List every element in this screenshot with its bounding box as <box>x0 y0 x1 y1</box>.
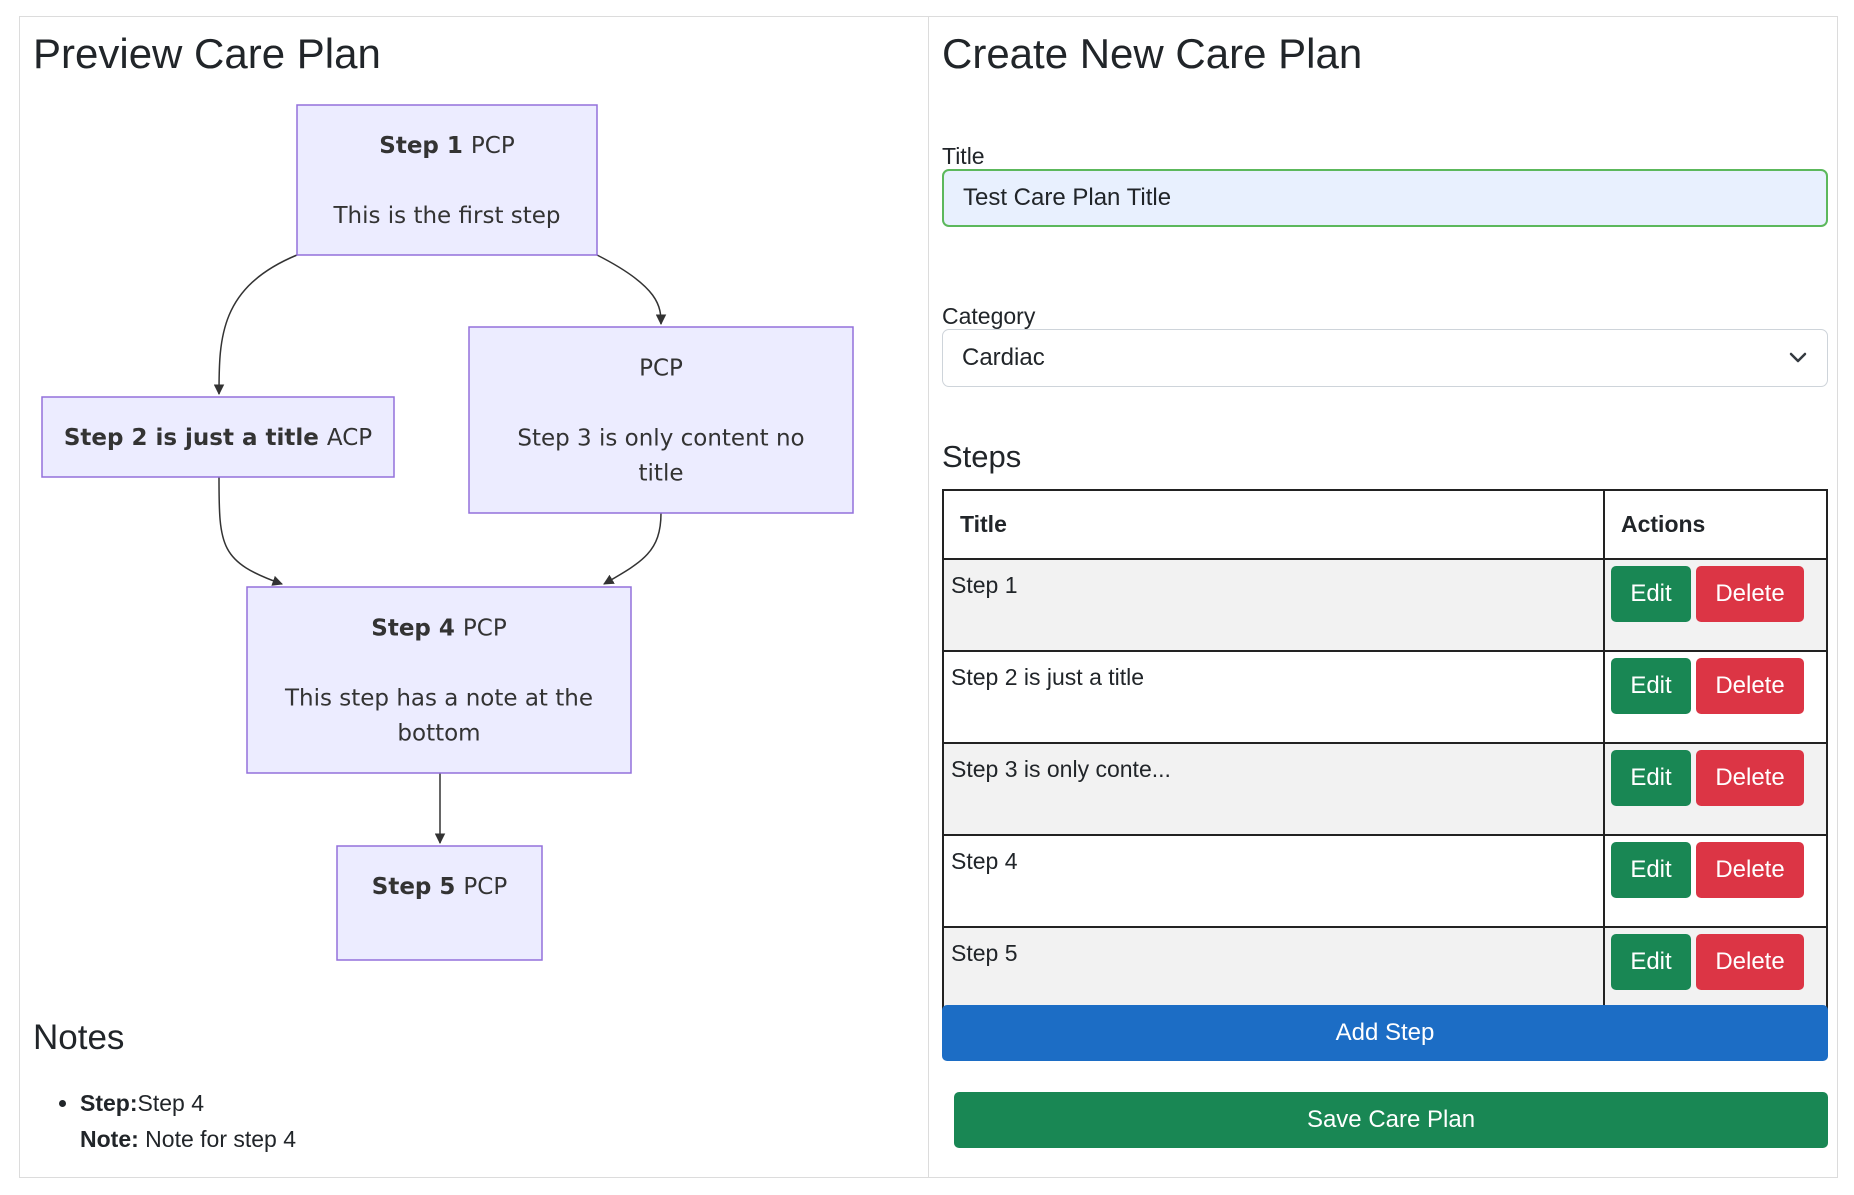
title-label: Title <box>942 143 985 169</box>
flow-node-tag: PCP <box>463 616 507 642</box>
step-title-cell: Step 4 <box>942 834 1605 928</box>
edit-step-button[interactable]: Edit <box>1611 566 1691 622</box>
flow-node-body-line: title <box>639 461 684 487</box>
step-title-cell: Step 3 is only conte... <box>942 742 1605 836</box>
notes-title: Notes <box>33 1018 125 1057</box>
flow-edge-n2-n4 <box>218 476 283 586</box>
flow-node-tag: PCP <box>471 133 515 159</box>
category-select[interactable]: Cardiac <box>942 329 1828 387</box>
column-header-title: Title <box>942 489 1605 560</box>
step-title-cell: Step 2 is just a title <box>942 650 1605 744</box>
table-row: Step 4 Edit Delete <box>942 834 1828 928</box>
table-row: Step 1 Edit Delete <box>942 558 1828 652</box>
step-actions-cell: Edit Delete <box>1603 742 1828 836</box>
flow-node-heading: PCP <box>639 356 683 382</box>
delete-step-button[interactable]: Delete <box>1696 750 1804 806</box>
flow-node-heading: Step 1 PCP <box>379 133 515 159</box>
step-actions-cell: Edit Delete <box>1603 558 1828 652</box>
flow-node-step-1: Step 1 PCP This is the first step <box>296 104 598 256</box>
category-selected-value: Cardiac <box>962 344 1045 371</box>
steps-table: Title Actions Step 1 Edit Delete Step 2 i… <box>942 489 1828 1020</box>
flow-node-heading: Step 5 PCP <box>372 874 508 900</box>
flow-node-step-4: Step 4 PCP This step has a note at the bot… <box>246 586 632 774</box>
delete-step-button[interactable]: Delete <box>1696 566 1804 622</box>
flow-node-step-2: Step 2 is just a title ACP <box>41 396 395 478</box>
flow-node-heading: Step 2 is just a title ACP <box>64 425 372 451</box>
note-step-value: Step 4 <box>137 1090 205 1116</box>
flow-node-box <box>336 845 543 961</box>
flow-node-body-line: Step 3 is only content no <box>517 426 804 452</box>
flow-node-bold-title: Step 1 <box>379 133 471 159</box>
form-title: Create New Care Plan <box>942 30 1363 77</box>
step-title-cell: Step 1 <box>942 558 1605 652</box>
chevron-down-icon <box>1789 352 1807 363</box>
column-header-actions: Actions <box>1603 489 1828 560</box>
flow-edge-n3-n4 <box>603 512 662 585</box>
delete-step-button[interactable]: Delete <box>1696 934 1804 990</box>
care-plan-flowchart: Step 1 PCP This is the first step Step 2 i… <box>41 104 854 961</box>
flow-node-heading: Step 4 PCP <box>371 616 507 642</box>
flow-node-step-3: PCP Step 3 is only content no title <box>468 326 854 514</box>
note-note-value: Note for step 4 <box>145 1126 297 1152</box>
flow-node-tag: PCP <box>463 874 507 900</box>
steps-title: Steps <box>942 439 1022 474</box>
note-note-label: Note: <box>80 1126 139 1152</box>
step-actions-cell: Edit Delete <box>1603 834 1828 928</box>
edit-step-button[interactable]: Edit <box>1611 842 1691 898</box>
edit-step-button[interactable]: Edit <box>1611 934 1691 990</box>
add-step-button[interactable]: Add Step <box>942 1005 1828 1061</box>
flow-node-tag: ACP <box>327 425 372 451</box>
table-header-row: Title Actions <box>942 489 1828 560</box>
flow-node-tag: PCP <box>639 356 683 382</box>
notes-list: Step:Step 4 Note: Note for step 4 <box>33 1085 296 1157</box>
note-item: Step:Step 4 Note: Note for step 4 <box>80 1085 296 1157</box>
flow-node-step-5: Step 5 PCP <box>336 845 543 961</box>
create-care-plan-panel: Create New Care Plan Title Category Card… <box>928 16 1838 1178</box>
flow-node-box <box>296 104 598 256</box>
edit-step-button[interactable]: Edit <box>1611 658 1691 714</box>
flow-node-body-line: bottom <box>397 721 480 747</box>
delete-step-button[interactable]: Delete <box>1696 658 1804 714</box>
flow-node-bold-title: Step 5 <box>372 874 464 900</box>
flow-node-bold-title: Step 2 is just a title <box>64 425 327 451</box>
category-label: Category <box>942 303 1036 329</box>
flow-edge-n1-n3 <box>596 254 667 326</box>
flow-node-body-line: This is the first step <box>332 203 560 229</box>
flow-node-bold-title: Step 4 <box>371 616 463 642</box>
delete-step-button[interactable]: Delete <box>1696 842 1804 898</box>
table-row: Step 3 is only conte... Edit Delete <box>942 742 1828 836</box>
flow-node-body-line: This step has a note at the <box>284 686 593 712</box>
note-step-label: Step: <box>80 1090 138 1116</box>
edit-step-button[interactable]: Edit <box>1611 750 1691 806</box>
title-input[interactable] <box>942 169 1828 227</box>
save-care-plan-button[interactable]: Save Care Plan <box>954 1092 1828 1148</box>
table-row: Step 2 is just a title Edit Delete <box>942 650 1828 744</box>
flow-edge-n1-n2 <box>213 254 298 396</box>
preview-panel: Preview Care Plan Step 1 PCP This is the … <box>19 16 929 1178</box>
step-actions-cell: Edit Delete <box>1603 650 1828 744</box>
